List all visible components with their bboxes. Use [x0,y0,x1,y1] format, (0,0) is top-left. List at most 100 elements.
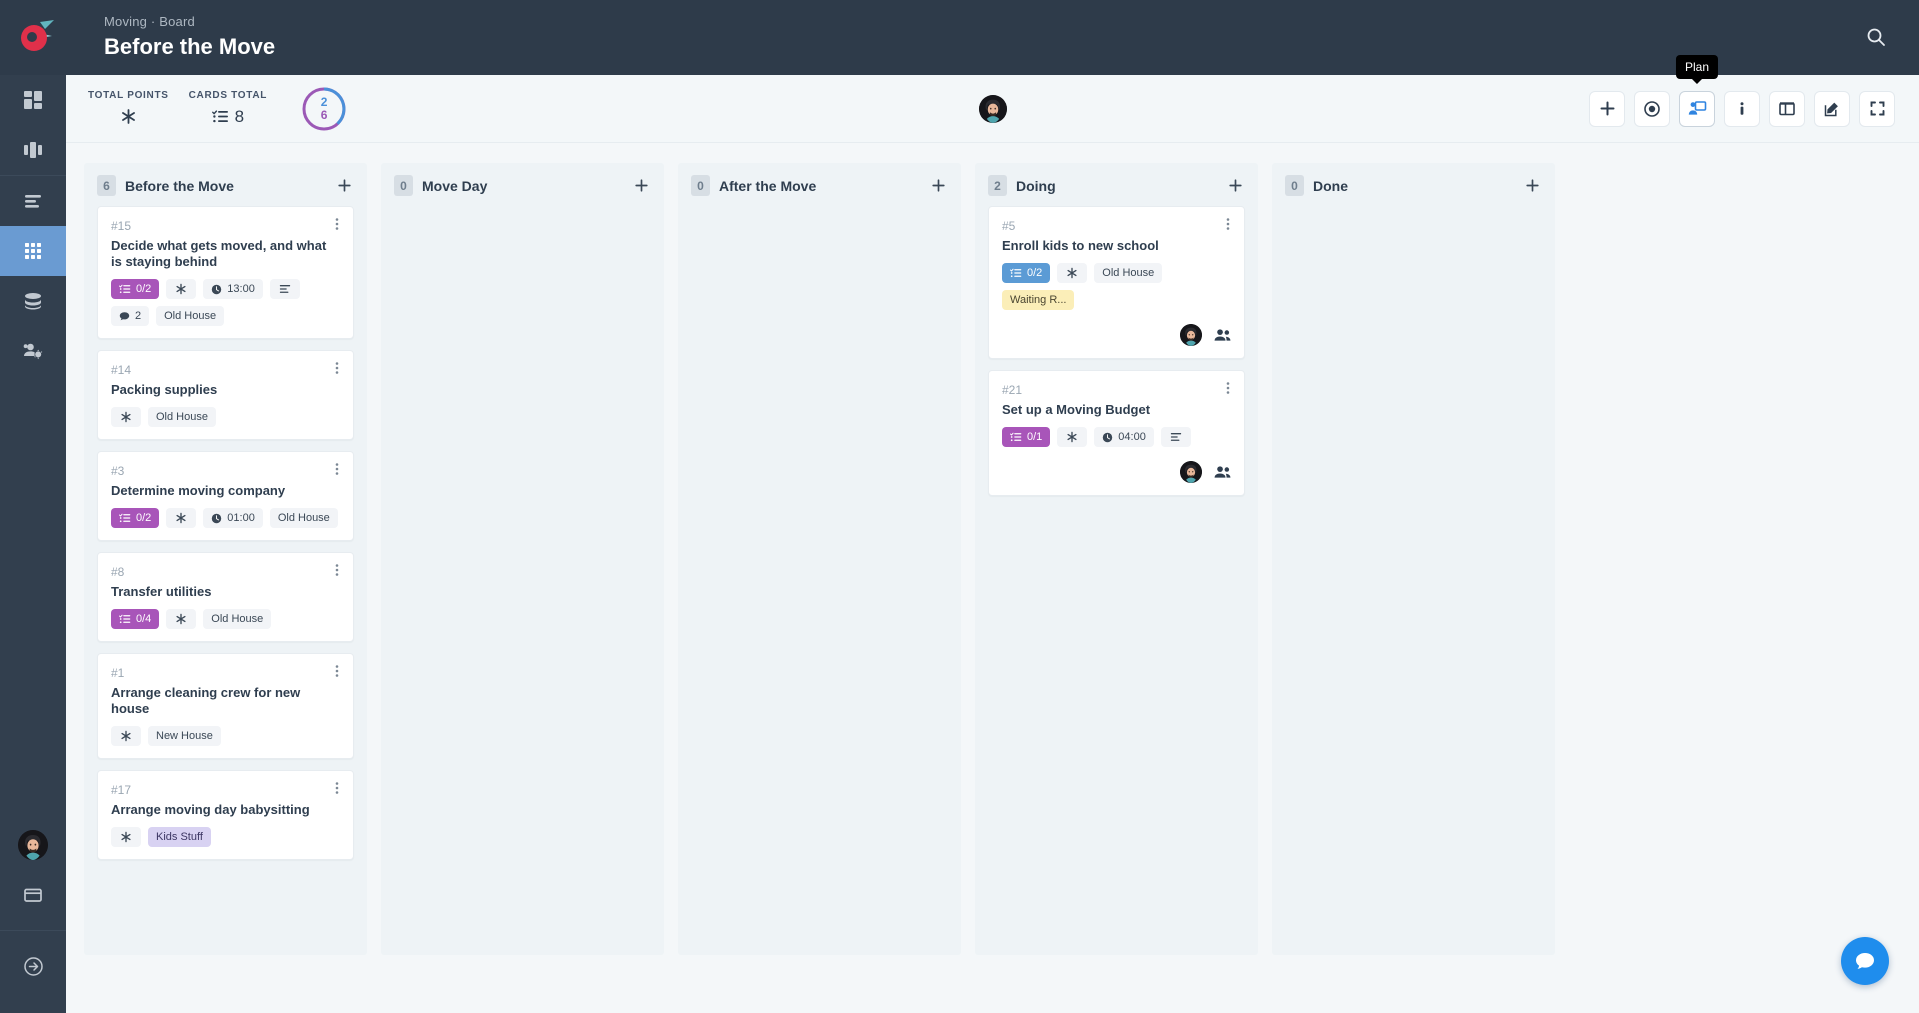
sidebar-item-database[interactable] [0,276,66,326]
card-badge[interactable] [111,827,141,847]
card-badge[interactable] [1160,427,1191,447]
card-id: #1 [111,666,125,680]
card-badge[interactable]: 0/4 [111,609,160,629]
card-menu-button[interactable] [330,781,344,795]
badge-label: 01:00 [227,512,255,524]
progress-numerator: 2 [320,94,328,109]
rocket-logo-icon[interactable] [14,14,60,60]
info-button[interactable] [1724,90,1760,127]
card-badge[interactable] [1057,427,1088,447]
people-icon[interactable] [1214,465,1231,479]
plus-icon [1599,100,1616,117]
asterisk-icon [175,512,187,524]
fullscreen-button[interactable] [1859,90,1895,127]
board-member-avatar[interactable] [978,94,1007,123]
layout-button[interactable] [1769,90,1805,127]
breadcrumb[interactable]: Moving · Board [104,14,275,30]
card[interactable]: #14 Packing supplies Old House [97,350,354,440]
card-badge[interactable]: 01:00 [203,508,263,528]
card-assignee-avatar[interactable] [1180,324,1202,346]
sidebar-item-profile[interactable] [0,820,66,870]
database-icon [22,290,44,312]
card-badge[interactable]: New House [148,726,221,746]
sidebar-item-backlog[interactable] [0,176,66,226]
card-badge[interactable]: 0/1 [1002,427,1051,447]
card-badge[interactable]: Old House [203,609,272,629]
card-badge[interactable]: Kids Stuff [148,827,211,847]
tool-wrap-add [1589,90,1625,127]
card-menu-button[interactable] [330,462,344,476]
card[interactable]: #15 Decide what gets moved, and what is s… [97,206,354,339]
card-badge[interactable] [111,726,141,746]
card-badge[interactable]: 0/2 [111,508,160,528]
card[interactable]: #8 Transfer utilities 0/4 Old House [97,552,354,642]
card-badge[interactable] [1057,263,1088,283]
badge-label: Old House [156,411,208,423]
stat-cards-total: CARDS TOTAL 8 [189,90,267,128]
card-menu-button[interactable] [1221,217,1235,231]
card-id: #3 [111,464,125,478]
card-badge[interactable]: 2 [111,306,150,326]
column-add-card-button[interactable] [631,176,651,196]
chat-button[interactable] [1841,937,1889,985]
column-add-card-button[interactable] [1225,176,1245,196]
card[interactable]: #21 Set up a Moving Budget 0/1 04:00 [988,370,1245,496]
sidebar-item-logout[interactable] [0,941,66,991]
card-badge[interactable] [269,279,300,299]
clock-icon [1102,432,1113,443]
column-add-card-button[interactable] [1522,176,1542,196]
card-badge[interactable]: Old House [269,508,338,528]
page-title: Before the Move [104,34,276,59]
card-menu-button[interactable] [330,664,344,678]
card-menu-button[interactable] [330,563,344,577]
card-badge[interactable] [111,407,141,427]
card-assignee-avatar[interactable] [1180,461,1202,483]
card-menu-button[interactable] [330,361,344,375]
people-icon[interactable] [1214,328,1231,342]
sidebar-item-billing[interactable] [0,870,66,920]
card[interactable]: #17 Arrange moving day babysitting Kids St… [97,770,354,860]
checklist-icon [1010,267,1022,279]
target-button[interactable] [1634,90,1670,127]
card-badge[interactable] [166,279,197,299]
search-button[interactable] [1857,18,1895,56]
column-add-card-button[interactable] [334,176,354,196]
grid-apps-icon [22,240,44,262]
card-badges: 0/2 13:00 2 Old House [111,279,340,326]
sidebar-item-dashboard[interactable] [0,75,66,125]
sidebar-item-grid[interactable] [0,226,66,276]
card-badge[interactable]: Waiting R... [1002,290,1075,310]
card-badge[interactable]: Old House [1094,263,1163,283]
badge-label: Old House [211,613,264,625]
card-badges: Old House [111,407,340,427]
card-badge[interactable]: Old House [156,306,225,326]
add-button[interactable] [1589,90,1625,127]
badge-label: Old House [277,512,330,524]
card[interactable]: #1 Arrange cleaning crew for new house New… [97,653,354,759]
column-card-count: 0 [394,175,413,196]
card-title: Arrange moving day babysitting [111,802,310,817]
card-menu-button[interactable] [1221,381,1235,395]
sidebar-nav-bottom [0,820,66,1013]
card-badge[interactable]: 04:00 [1094,427,1154,447]
description-icon [1170,431,1182,443]
card[interactable]: #5 Enroll kids to new school 0/2 Old House W… [988,206,1245,359]
credit-card-icon [23,885,43,905]
asterisk-icon [120,831,132,843]
card-badge[interactable]: 0/2 [111,279,160,299]
sidebar-item-team-settings[interactable] [0,326,66,376]
card-badge[interactable] [166,609,197,629]
card-badge[interactable] [166,508,197,528]
column-add-card-button[interactable] [928,176,948,196]
card[interactable]: #3 Determine moving company 0/2 01:00 Old Ho… [97,451,354,541]
plan-button[interactable] [1679,90,1715,127]
card-badge[interactable]: Old House [148,407,216,427]
card-badge[interactable]: 0/2 [1002,263,1051,283]
asterisk-icon [175,283,187,295]
checklist-icon [211,108,229,125]
card-badge[interactable]: 13:00 [203,279,263,299]
card-menu-button[interactable] [330,217,344,231]
clock-icon [211,513,222,524]
edit-button[interactable] [1814,90,1850,127]
sidebar-item-boards[interactable] [0,125,66,175]
